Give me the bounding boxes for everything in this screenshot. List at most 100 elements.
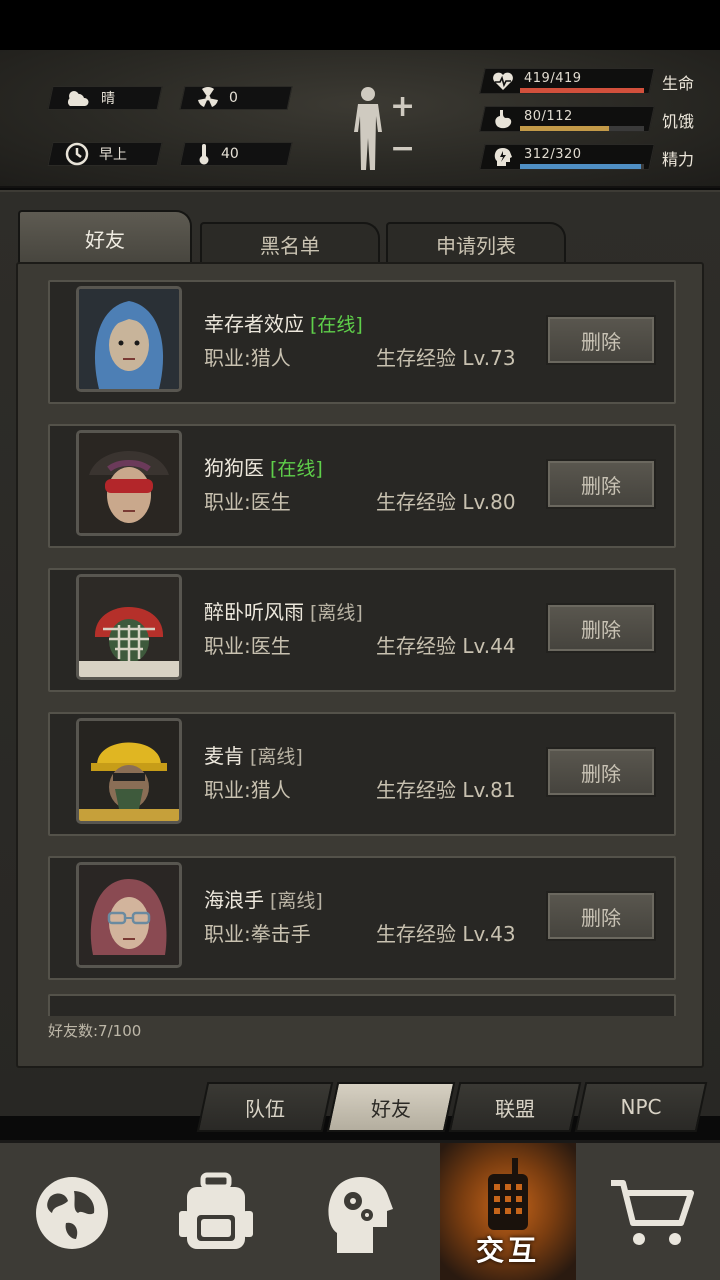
head-energy-icon [494, 147, 512, 166]
friend-avatar[interactable] [76, 862, 182, 968]
energy-value: 312/320 [524, 147, 582, 162]
nav-skills-button[interactable] [288, 1143, 432, 1280]
temperature-chip: 40 [179, 142, 293, 166]
friend-status: [在线] [270, 458, 323, 480]
friend-status: [离线] [250, 746, 303, 768]
nav-shop-button[interactable] [584, 1143, 720, 1280]
nav-interact-label: 交互 [475, 1234, 540, 1267]
friend-status: [离线] [270, 890, 323, 912]
plus-icon: + [390, 89, 416, 124]
friend-avatar[interactable] [76, 430, 182, 536]
clock-icon [65, 142, 89, 166]
friend-row-partial [48, 994, 676, 1016]
system-status-bar [0, 0, 720, 50]
friend-status: [在线] [310, 314, 363, 336]
avatar-portrait [79, 721, 179, 821]
health-label: 生命 [662, 74, 695, 93]
subtab-alliance[interactable]: 联盟 [448, 1082, 582, 1132]
friend-level: 生存经验 Lv.80 [376, 490, 516, 514]
stat-health: 419/419 生命 [479, 64, 704, 94]
backpack-icon [179, 1172, 253, 1249]
body-status-button[interactable]: + − [348, 86, 420, 176]
friend-avatar[interactable] [76, 286, 182, 392]
nav-map-button[interactable] [0, 1143, 144, 1280]
friend-name: 醉卧听风雨 [204, 600, 304, 624]
human-body-icon [354, 87, 382, 170]
friend-row: 麦肯 [离线] 职业:猎人 生存经验 Lv.81 删除 [48, 712, 676, 836]
heartbeat-icon [493, 72, 513, 90]
temperature-value: 40 [221, 146, 239, 162]
subtab-team-label: 队伍 [245, 1096, 285, 1121]
avatar-portrait [79, 289, 179, 389]
tab-requests[interactable]: 申请列表 [386, 222, 566, 264]
avatar-portrait [79, 865, 179, 965]
friend-level: 生存经验 Lv.44 [376, 634, 516, 658]
avatar-portrait [79, 577, 179, 677]
weather-text: 晴 [101, 91, 115, 107]
friend-name: 狗狗医 [204, 456, 264, 480]
friend-job: 职业:医生 [204, 634, 291, 658]
friend-name: 海浪手 [204, 888, 264, 912]
time-chip: 早上 [47, 142, 163, 166]
energy-bar [520, 164, 641, 169]
friend-status: [离线] [310, 602, 363, 624]
subtab-alliance-label: 联盟 [495, 1096, 535, 1121]
delete-friend-button[interactable]: 删除 [546, 315, 656, 365]
hud-panel: 晴 0 早上 40 + − 419/419 生命 80/112 饥饿 312/3… [0, 50, 720, 188]
radiation-value: 0 [229, 90, 238, 106]
radiation-icon [198, 87, 218, 107]
subtab-friends-label: 好友 [371, 1096, 411, 1121]
friend-row: 海浪手 [离线] 职业:拳击手 生存经验 Lv.43 删除 [48, 856, 676, 980]
subtab-friends[interactable]: 好友 [326, 1082, 456, 1132]
friend-list[interactable]: 幸存者效应 [在线] 职业:猎人 生存经验 Lv.73 删除 狗狗医 [在线] 职业:医生生… [48, 280, 676, 1016]
time-of-day-text: 早上 [99, 147, 127, 163]
cloud-sun-icon [68, 91, 89, 106]
subtab-team[interactable]: 队伍 [196, 1082, 334, 1132]
stomach-icon [495, 110, 512, 129]
stat-energy: 312/320 精力 [479, 140, 704, 170]
globe-icon [36, 1177, 108, 1249]
tab-blacklist[interactable]: 黑名单 [200, 222, 380, 264]
health-value: 419/419 [524, 71, 582, 86]
stat-hunger: 80/112 饥饿 [479, 102, 704, 132]
friend-name-line: 麦肯 [离线] [204, 740, 303, 769]
thermometer-icon [199, 144, 209, 165]
subtab-npc-label: NPC [620, 1095, 662, 1119]
friend-avatar[interactable] [76, 718, 182, 824]
friend-count: 好友数:7/100 [48, 1022, 142, 1040]
radio-icon [488, 1158, 528, 1230]
delete-friend-button[interactable]: 删除 [546, 459, 656, 509]
friend-name-line: 海浪手 [离线] [204, 884, 323, 913]
delete-friend-button[interactable]: 删除 [546, 603, 656, 653]
friend-level: 生存经验 Lv.81 [376, 778, 516, 802]
friend-name-line: 幸存者效应 [在线] [204, 308, 363, 337]
subtab-npc[interactable]: NPC [574, 1082, 708, 1132]
friend-name: 幸存者效应 [204, 312, 304, 336]
energy-label: 精力 [662, 150, 695, 169]
friend-name: 麦肯 [204, 744, 244, 768]
friend-level: 生存经验 Lv.43 [376, 922, 516, 946]
bottom-nav: 交互 [0, 1140, 720, 1280]
radiation-chip: 0 [179, 86, 293, 110]
head-gears-icon [328, 1177, 393, 1253]
nav-interact-button[interactable]: 交互 [440, 1143, 576, 1280]
tab-friends[interactable]: 好友 [18, 210, 192, 264]
delete-friend-button[interactable]: 删除 [546, 747, 656, 797]
friend-job: 职业:医生 [204, 490, 291, 514]
friend-name-line: 狗狗医 [在线] [204, 452, 323, 481]
shopping-cart-icon [611, 1180, 694, 1245]
nav-backpack-button[interactable] [144, 1143, 288, 1280]
friend-job: 职业:拳击手 [204, 922, 311, 946]
hunger-bar [520, 126, 609, 131]
friend-job: 职业:猎人 [204, 346, 291, 370]
friend-row: 幸存者效应 [在线] 职业:猎人 生存经验 Lv.73 删除 [48, 280, 676, 404]
weather-chip: 晴 [47, 86, 163, 110]
avatar-portrait [79, 433, 179, 533]
friend-level: 生存经验 Lv.73 [376, 346, 516, 370]
hunger-label: 饥饿 [662, 112, 695, 131]
minus-icon: − [390, 131, 416, 166]
hunger-value: 80/112 [524, 109, 573, 124]
friend-avatar[interactable] [76, 574, 182, 680]
friend-job: 职业:猎人 [204, 778, 291, 802]
delete-friend-button[interactable]: 删除 [546, 891, 656, 941]
